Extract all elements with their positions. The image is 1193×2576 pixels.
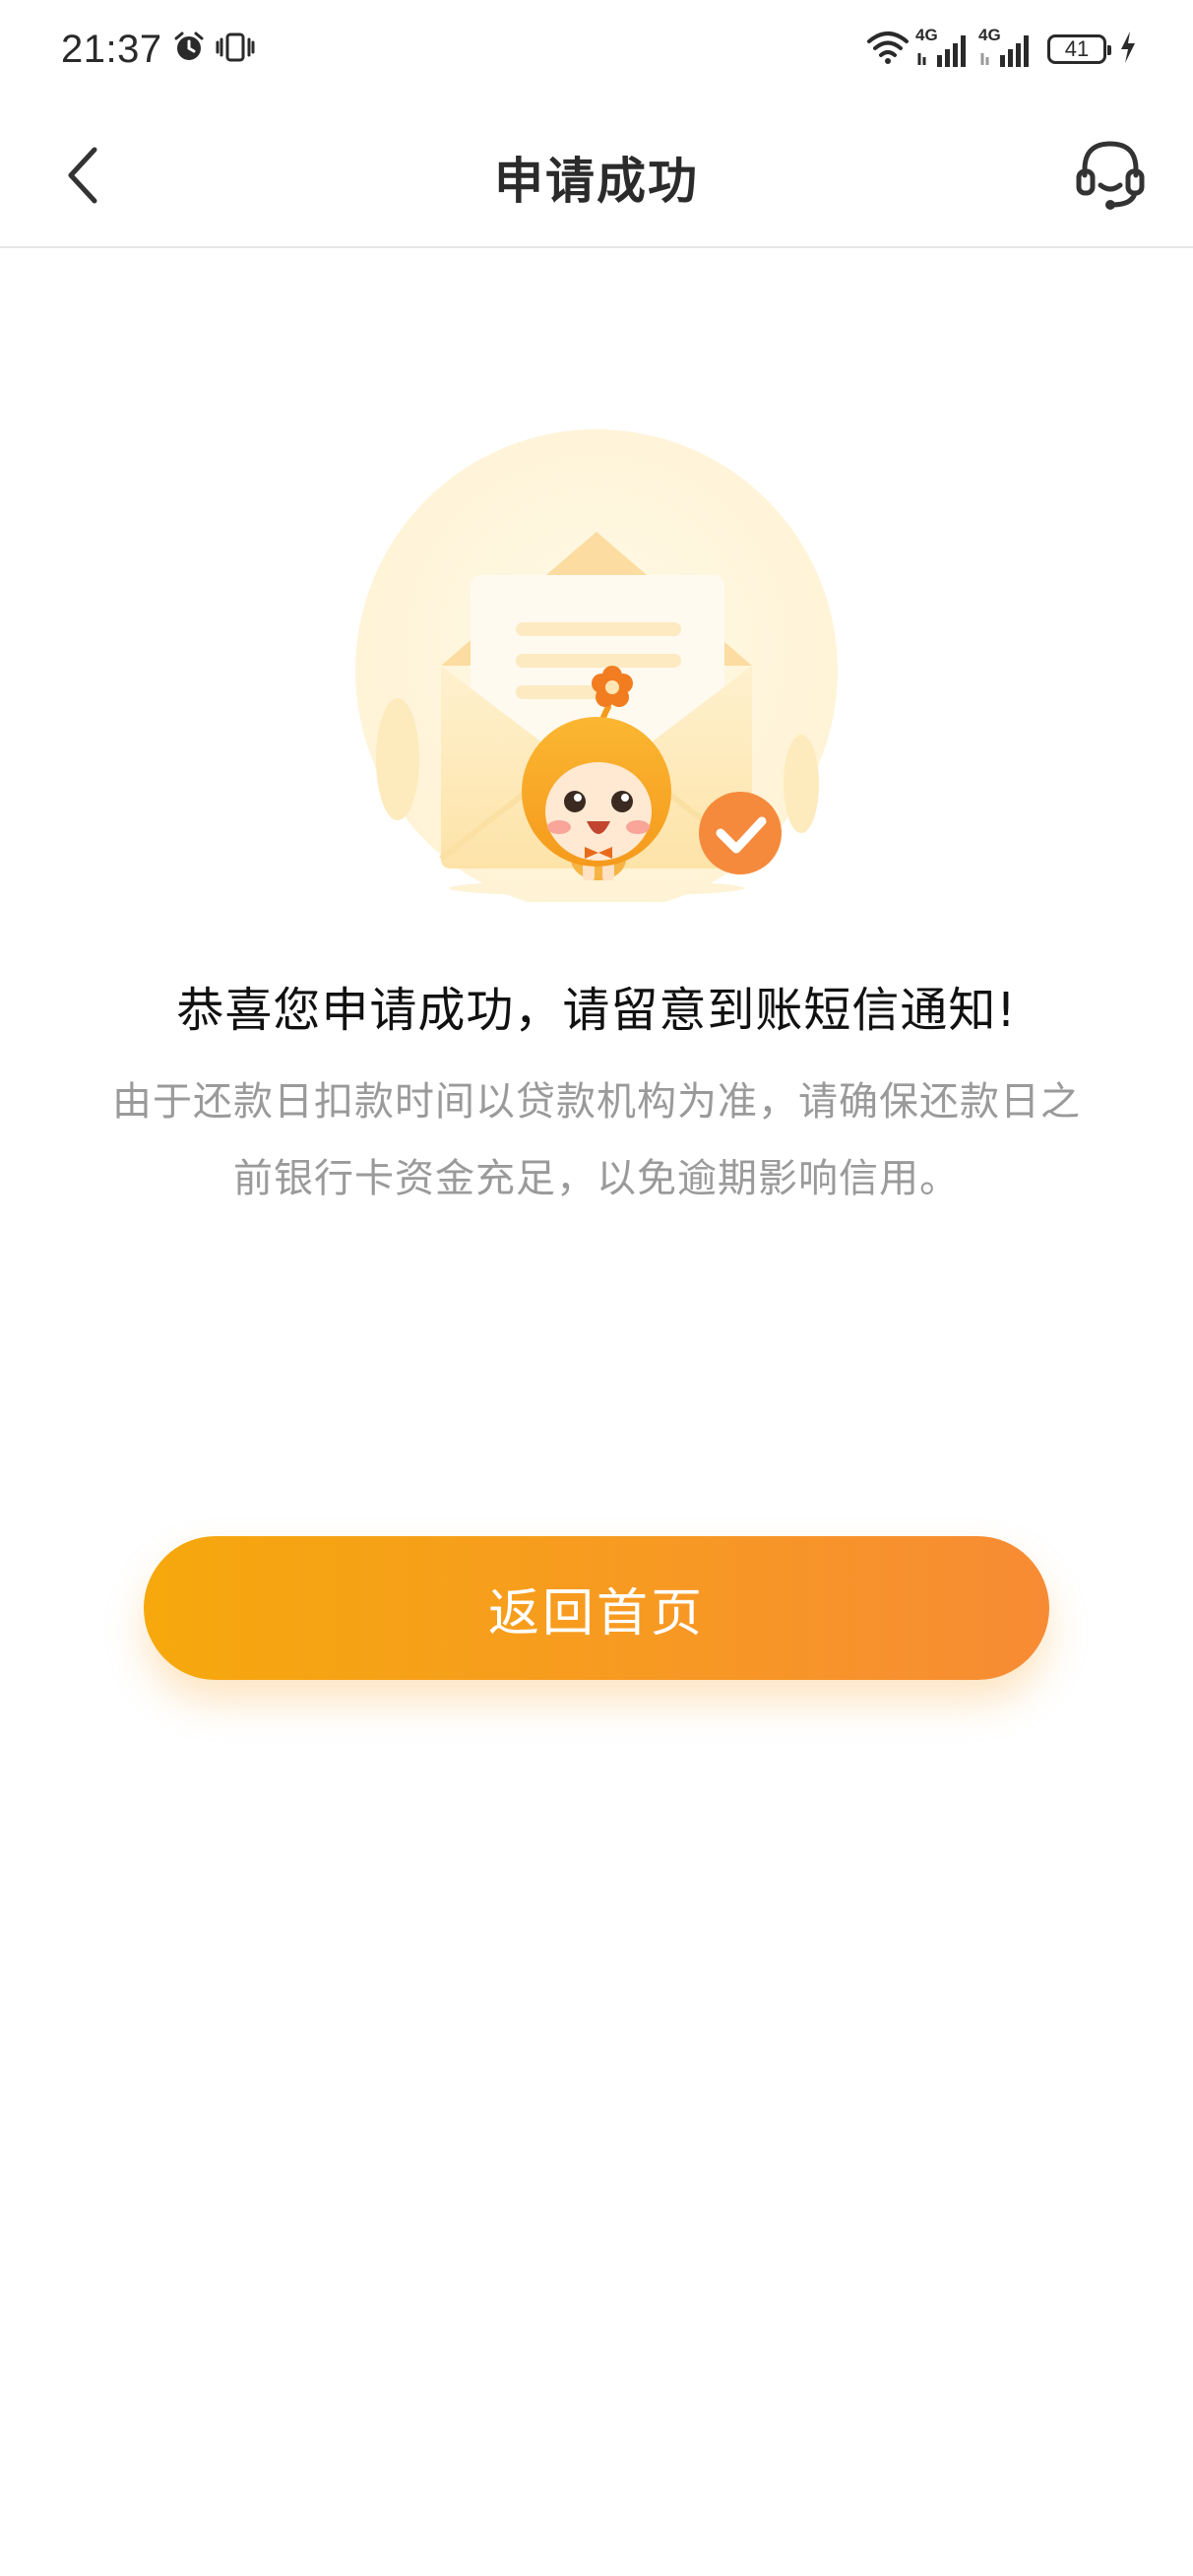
charging-icon [1118, 30, 1138, 69]
success-headline: 恭喜您申请成功，请留意到账短信通知! [176, 983, 1017, 1038]
customer-service-button[interactable] [1071, 134, 1150, 213]
vibrate-icon [216, 31, 255, 68]
envelope-mascot-success-icon [355, 429, 838, 912]
navigation-bar: 申请成功 [0, 98, 1193, 248]
success-illustration [350, 429, 843, 912]
status-left: 21:37 [61, 22, 255, 77]
page-title: 申请成功 [494, 153, 699, 210]
wifi-icon [866, 30, 910, 69]
signal-icon: 4G [978, 26, 1036, 71]
status-time: 21:37 [61, 27, 162, 71]
status-right: 4G 4G 41 [866, 26, 1138, 73]
battery-icon: 41 [1047, 34, 1111, 64]
repayment-notice: 由于还款日扣款时间以贷款机构为准，请确保还款日之前银行卡资金充足，以免逾期影响信… [112, 1079, 1081, 1201]
battery-level: 41 [1064, 36, 1090, 61]
status-bar: 21:37 4G 4G 41 [0, 0, 1193, 98]
headset-icon [1076, 141, 1145, 210]
alarm-icon [172, 31, 206, 68]
return-home-button[interactable]: 返回首页 [144, 1536, 1049, 1680]
signal-icon: 4G [915, 26, 973, 71]
return-home-button-label: 返回首页 [487, 1583, 705, 1643]
